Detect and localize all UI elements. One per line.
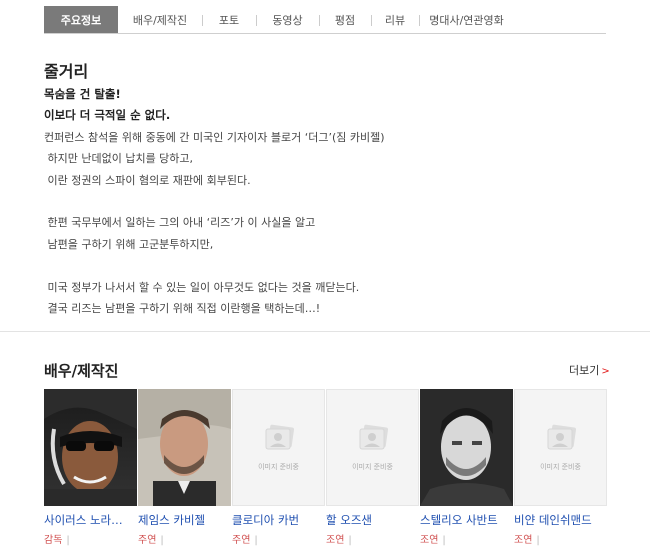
cast-photo[interactable] [420, 389, 513, 506]
placeholder-text: 이미지 준비중 [540, 463, 581, 471]
image-placeholder-icon [264, 424, 296, 452]
cast-member: 제임스 카비젤주연 | [138, 389, 231, 546]
cast-name-link[interactable]: 사이러스 노라… [44, 512, 137, 528]
cast-role-label: 조연 [514, 535, 533, 546]
cast-photo[interactable] [44, 389, 137, 506]
tab-item[interactable]: 포토 [202, 6, 256, 33]
cast-photo-placeholder[interactable]: 이미지 준비중 [232, 389, 325, 506]
cast-section-heading: 배우/제작진 [44, 362, 119, 380]
more-label: 더보기 [569, 364, 600, 377]
cast-role-label: 주연 [138, 535, 157, 546]
synopsis-line: 컨퍼런스 참석을 위해 중동에 간 미국인 기자이자 블로거 ‘더그’(짐 카비… [44, 130, 385, 144]
cast-role-label: 주연 [232, 535, 251, 546]
synopsis-line: 이란 정권의 스파이 혐의로 재판에 회부된다. [44, 173, 251, 187]
cast-role-label: 조연 [326, 535, 345, 546]
synopsis-line: 미국 정부가 나서서 할 수 있는 일이 아무것도 없다는 것을 깨닫는다. [44, 280, 360, 294]
tab-item[interactable]: 명대사/연관영화 [419, 6, 514, 33]
placeholder-text: 이미지 준비중 [352, 463, 393, 471]
cast-role-label: 조연 [420, 535, 439, 546]
cast-role: 주연 | [138, 531, 231, 546]
synopsis-line: 하지만 난데없이 납치를 당하고, [44, 152, 194, 166]
role-separator: | [160, 535, 164, 546]
role-separator: | [254, 535, 258, 546]
cast-member: 이미지 준비중할 오즈샌조연 | [326, 389, 419, 546]
synopsis-text: 목숨을 건 탈출! 이보다 더 극적일 순 없다. 컨퍼런스 참석을 위해 중동에 … [44, 84, 604, 319]
tab-item[interactable]: 동영상 [256, 6, 319, 33]
synopsis-line: 결국 리즈는 남편을 구하기 위해 직접 이란행을 택하는데…! [44, 301, 321, 315]
cast-name-link[interactable]: 스텔리오 사반트 [420, 512, 513, 528]
cast-role: 조연 | [514, 531, 607, 546]
more-cast-link[interactable]: 더보기 > [569, 362, 610, 378]
cast-name-link[interactable]: 할 오즈샌 [326, 512, 419, 528]
cast-role-label: 감독 [44, 535, 63, 546]
cast-name-link[interactable]: 클로디아 카번 [232, 512, 325, 528]
cast-role: 감독 | [44, 531, 137, 546]
placeholder-text: 이미지 준비중 [258, 463, 299, 471]
synopsis-line [44, 191, 604, 212]
cast-name-link[interactable]: 비얀 데인쉬맨드 [514, 512, 607, 528]
cast-role: 조연 | [326, 531, 419, 546]
tab-bar: 주요정보 배우/제작진 포토 동영상 평점 리뷰 명대사/연관영화 [44, 6, 606, 34]
cast-list: 사이러스 노라… 감독 | 제임스 카비젤 주연 | 이미지 준비중 클로디아 카번 주연 | 이미… [44, 389, 607, 549]
cast-photo-placeholder[interactable]: 이미지 준비중 [514, 389, 607, 506]
cast-member: 사이러스 노라… 감독 | [44, 389, 137, 546]
image-placeholder-icon [546, 424, 578, 452]
synopsis-heading: 줄거리 [44, 62, 89, 81]
synopsis-line: 이보다 더 극적일 순 없다. [44, 108, 171, 123]
chevron-right-icon: > [601, 366, 610, 377]
role-separator: | [536, 535, 540, 546]
cast-role: 주연 | [232, 531, 325, 546]
synopsis-line: 목숨을 건 탈출! [44, 87, 121, 101]
synopsis-line [44, 255, 604, 276]
synopsis-line: 한편 국무부에서 일하는 그의 아내 ‘리즈’가 이 사실을 알고 [44, 216, 316, 230]
section-divider [0, 331, 650, 332]
tab-item[interactable]: 배우/제작진 [118, 6, 202, 33]
role-separator: | [66, 535, 70, 546]
cast-role: 조연 | [420, 531, 513, 546]
tab-item[interactable]: 주요정보 [44, 6, 118, 33]
synopsis-line: 남편을 구하기 위해 고군분투하지만, [44, 237, 214, 251]
role-separator: | [348, 535, 352, 546]
cast-member: 이미지 준비중클로디아 카번주연 | [232, 389, 325, 546]
image-placeholder-icon [358, 424, 390, 452]
cast-member: 이미지 준비중비얀 데인쉬맨드조연 | [514, 389, 607, 546]
role-separator: | [442, 535, 446, 546]
cast-photo-placeholder[interactable]: 이미지 준비중 [326, 389, 419, 506]
cast-photo[interactable] [138, 389, 231, 506]
cast-name-link[interactable]: 제임스 카비젤 [138, 512, 231, 528]
cast-member: 스텔리오 사반트조연 | [420, 389, 513, 546]
tab-item[interactable]: 평점 [319, 6, 371, 33]
tab-item[interactable]: 리뷰 [371, 6, 419, 33]
